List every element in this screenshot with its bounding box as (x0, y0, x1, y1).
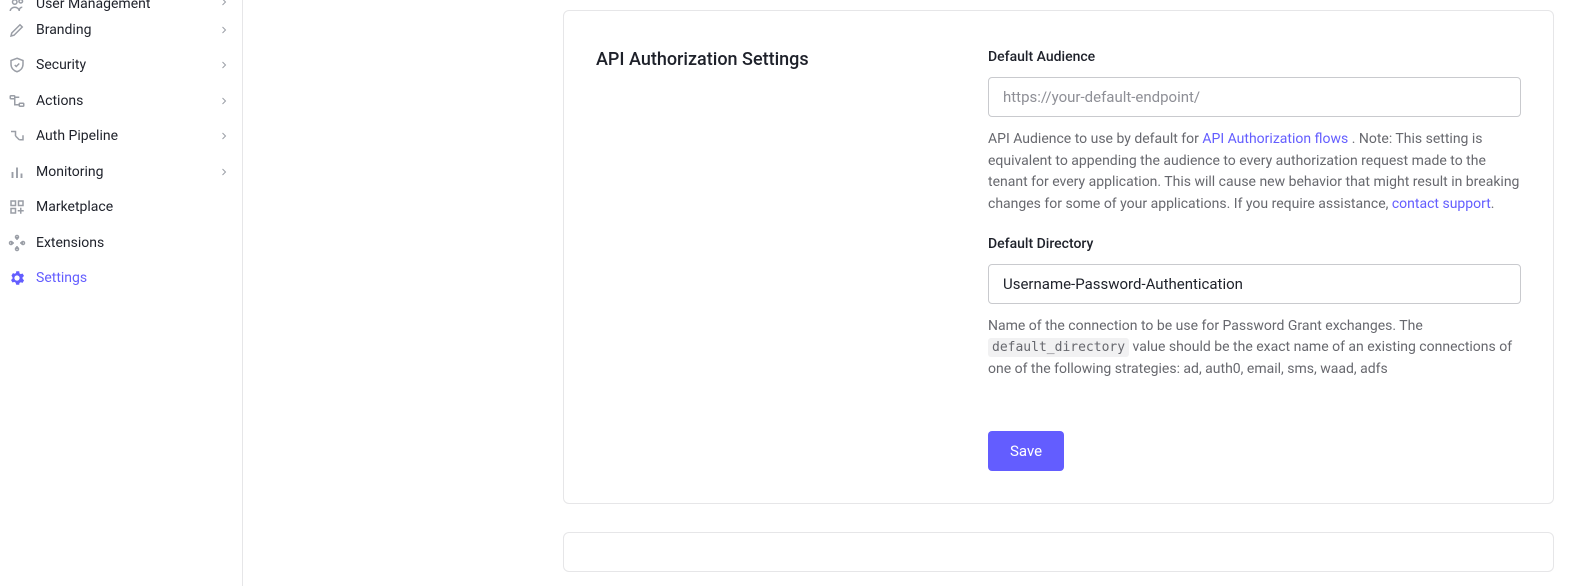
sidebar-item-label: User Management (36, 0, 218, 12)
sidebar-item-label: Auth Pipeline (36, 128, 218, 144)
default-audience-label: Default Audience (988, 49, 1521, 65)
card-title: API Authorization Settings (596, 49, 948, 70)
sidebar-item-label: Monitoring (36, 164, 218, 180)
default-audience-field: Default Audience API Audience to use by … (988, 49, 1521, 216)
gear-icon (8, 269, 26, 287)
api-authorization-settings-card: API Authorization Settings Default Audie… (563, 10, 1554, 504)
flow-icon (8, 92, 26, 110)
sidebar-item-security[interactable]: Security (0, 48, 242, 84)
grid-icon (8, 198, 26, 216)
puzzle-icon (8, 234, 26, 252)
next-card (563, 532, 1554, 572)
contact-support-link[interactable]: contact support (1392, 196, 1491, 212)
sidebar: User Management Branding Security (0, 0, 243, 586)
sidebar-item-actions[interactable]: Actions (0, 83, 242, 119)
chevron-right-icon (218, 0, 230, 8)
chevron-right-icon (218, 95, 230, 107)
pipeline-icon (8, 127, 26, 145)
sidebar-item-branding[interactable]: Branding (0, 12, 242, 48)
save-button[interactable]: Save (988, 431, 1064, 471)
sidebar-item-marketplace[interactable]: Marketplace (0, 190, 242, 226)
default-directory-code: default_directory (988, 338, 1129, 357)
sidebar-item-extensions[interactable]: Extensions (0, 225, 242, 261)
api-authorization-flows-link[interactable]: API Authorization flows (1202, 131, 1348, 147)
default-audience-help: API Audience to use by default for API A… (988, 129, 1521, 216)
chevron-right-icon (218, 130, 230, 142)
bars-icon (8, 163, 26, 181)
sidebar-item-label: Branding (36, 22, 218, 38)
sidebar-item-label: Extensions (36, 235, 230, 251)
default-directory-field: Default Directory Name of the connection… (988, 236, 1521, 381)
sidebar-item-auth-pipeline[interactable]: Auth Pipeline (0, 119, 242, 155)
sidebar-item-label: Settings (36, 270, 230, 286)
users-icon (8, 0, 26, 12)
sidebar-item-settings[interactable]: Settings (0, 261, 242, 297)
default-audience-input[interactable] (988, 77, 1521, 117)
default-directory-input[interactable] (988, 264, 1521, 304)
chevron-right-icon (218, 59, 230, 71)
sidebar-item-user-management[interactable]: User Management (0, 0, 242, 12)
chevron-right-icon (218, 166, 230, 178)
default-directory-help: Name of the connection to be use for Pas… (988, 316, 1521, 381)
main-content: API Authorization Settings Default Audie… (243, 0, 1586, 586)
sidebar-item-monitoring[interactable]: Monitoring (0, 154, 242, 190)
sidebar-item-label: Security (36, 57, 218, 73)
default-directory-label: Default Directory (988, 236, 1521, 252)
sidebar-item-label: Marketplace (36, 199, 230, 215)
sidebar-item-label: Actions (36, 93, 218, 109)
shield-icon (8, 56, 26, 74)
brush-icon (8, 21, 26, 39)
chevron-right-icon (218, 24, 230, 36)
